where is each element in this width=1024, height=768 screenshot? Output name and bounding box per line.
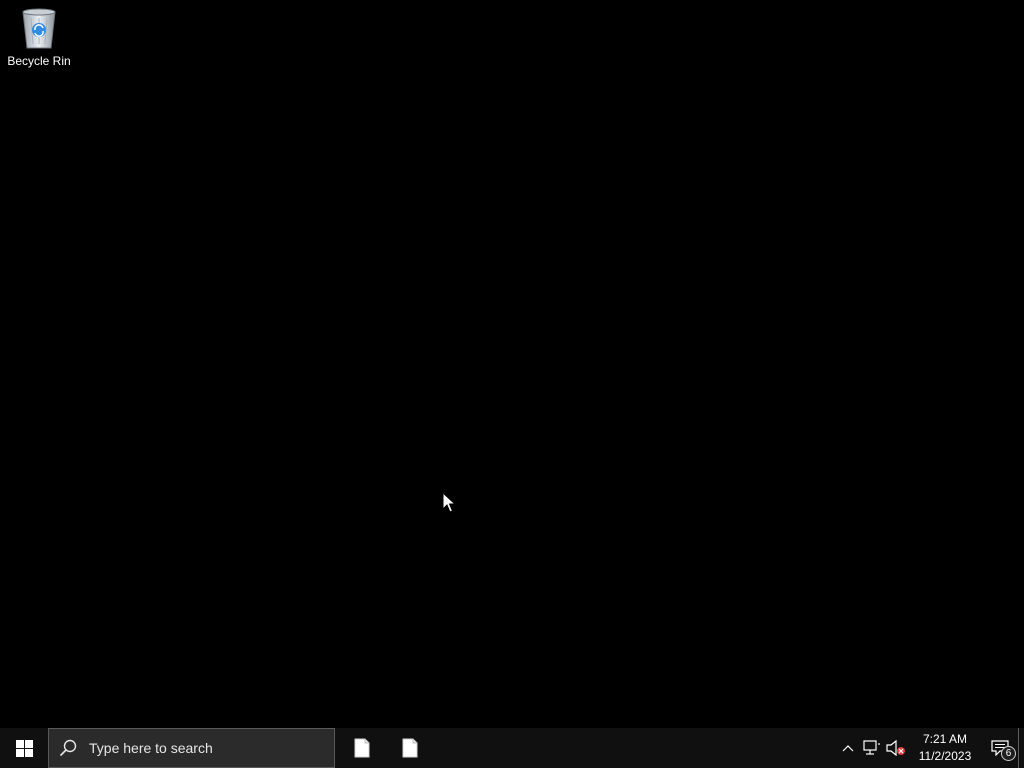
notification-count-badge: 6 (1001, 746, 1016, 761)
clock[interactable]: 7:21 AM 11/2/2023 (908, 728, 982, 768)
desktop[interactable]: Becycle Rin (0, 0, 1024, 728)
clock-time: 7:21 AM (922, 732, 968, 746)
document-icon (354, 738, 370, 758)
show-desktop-button[interactable] (1018, 728, 1024, 768)
taskbar-app-document-2[interactable] (386, 728, 434, 768)
volume-button[interactable] (884, 728, 908, 768)
windows-logo-icon (15, 739, 33, 757)
start-button[interactable] (0, 728, 48, 768)
document-icon (402, 738, 418, 758)
action-center-button[interactable]: 6 (982, 728, 1018, 768)
system-tray: 7:21 AM 11/2/2023 6 (836, 728, 1024, 768)
desktop-icon-label: Becycle Rin (7, 54, 71, 68)
mouse-cursor-icon (442, 492, 456, 513)
network-button[interactable] (860, 728, 884, 768)
search-icon (59, 739, 77, 757)
volume-muted-icon (886, 740, 905, 756)
recycle-bin-icon (22, 8, 56, 49)
chevron-up-icon (842, 745, 854, 752)
search-box[interactable]: Type here to search (48, 728, 335, 768)
taskbar: Type here to search 7:21 AM 11/2/2023 6 (0, 728, 1024, 768)
show-hidden-icons-button[interactable] (836, 728, 860, 768)
taskbar-app-document-1[interactable] (338, 728, 386, 768)
clock-date: 11/2/2023 (918, 749, 972, 763)
network-icon (863, 740, 880, 755)
desktop-icon-recycle-bin[interactable]: Becycle Rin (4, 6, 74, 76)
search-placeholder: Type here to search (89, 740, 213, 756)
